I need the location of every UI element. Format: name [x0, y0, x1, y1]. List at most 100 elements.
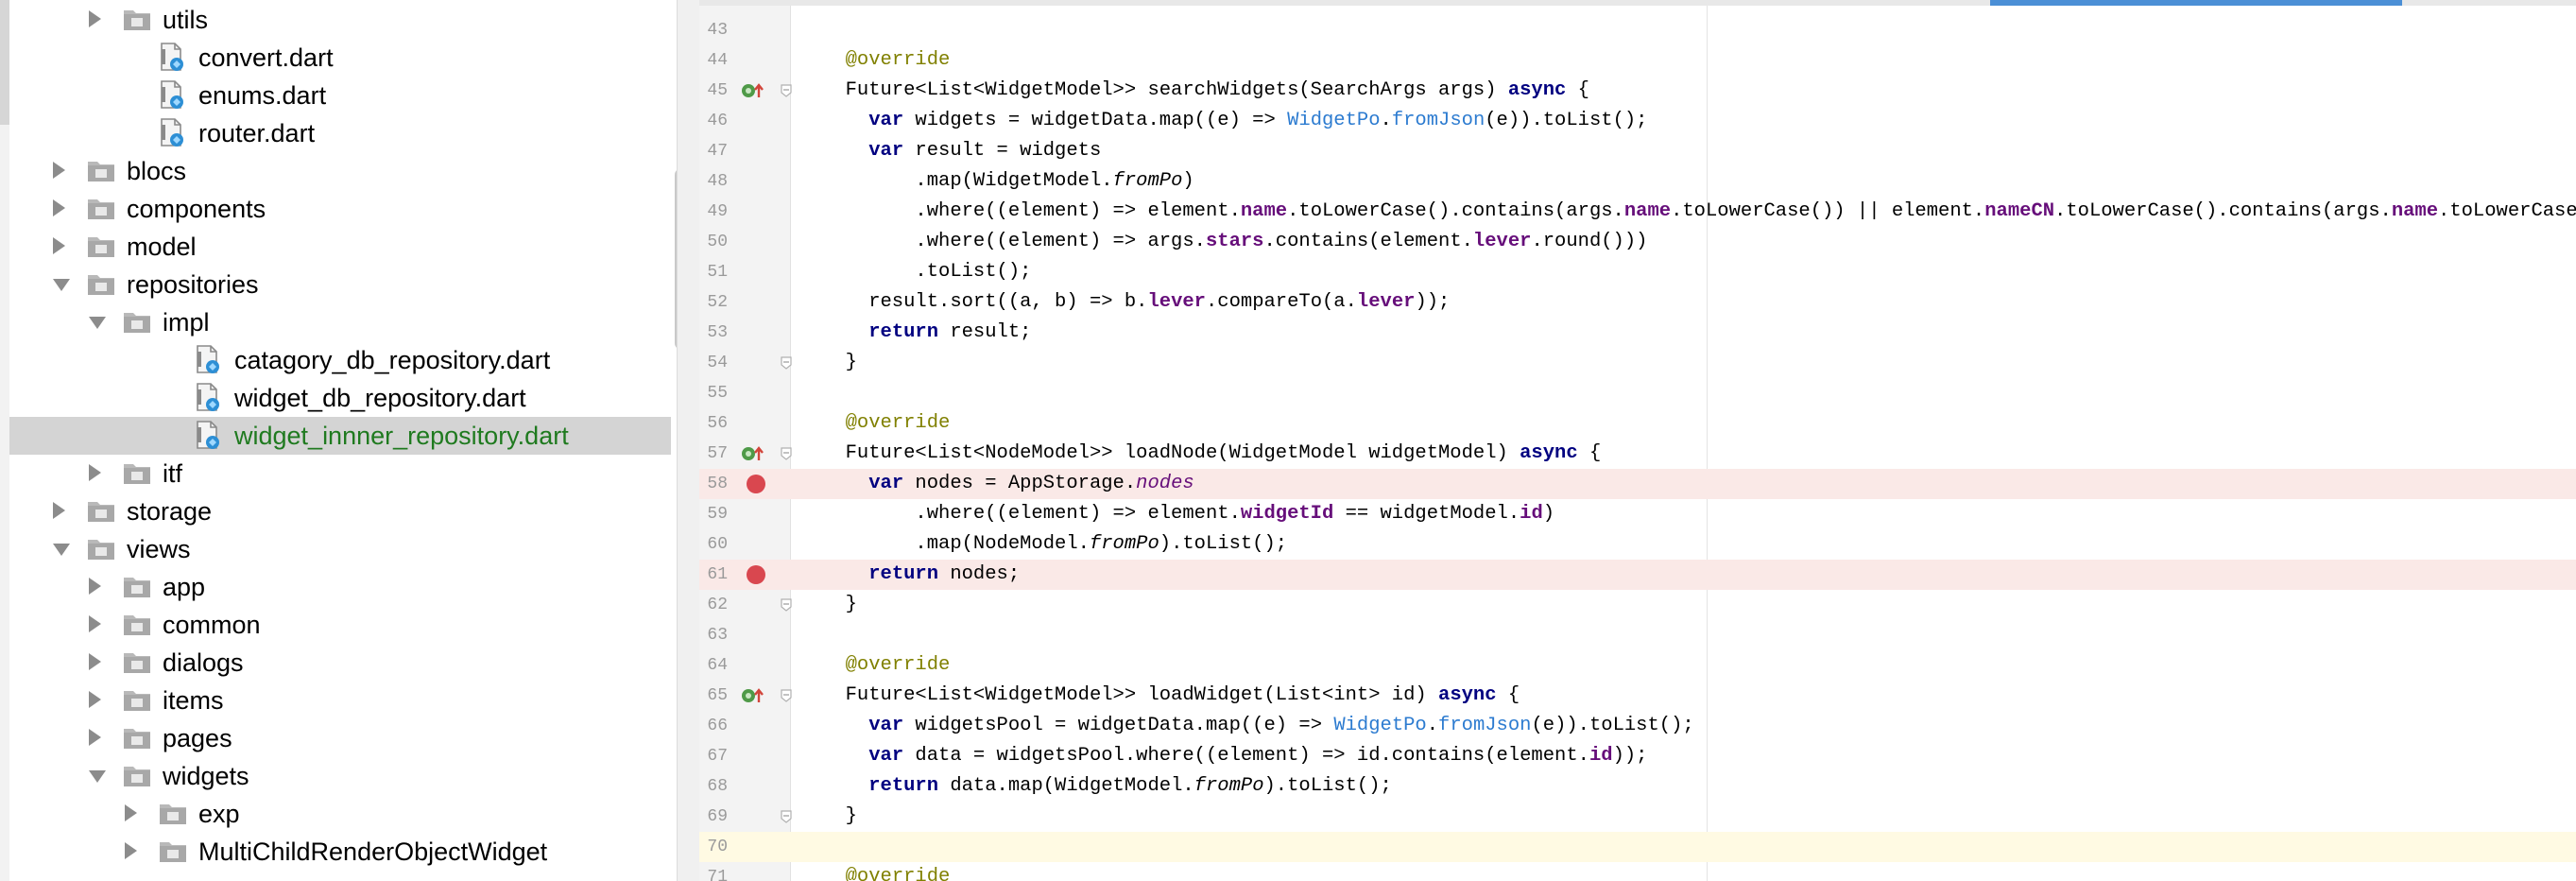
code-text: var widgets = widgetData.map((e) => Widg… [868, 110, 1648, 131]
tree-item-impl[interactable]: impl [9, 303, 671, 341]
folder-icon [124, 767, 150, 786]
collapse-arrow-icon[interactable] [89, 653, 101, 670]
code-line[interactable]: 46 var widgets = widgetData.map((e) => W… [699, 106, 2576, 136]
tree-item-exp[interactable]: exp [9, 795, 671, 833]
breakpoint-icon[interactable] [747, 475, 765, 493]
tree-item-model[interactable]: model [9, 228, 671, 266]
tree-item-label: itf [163, 459, 183, 488]
code-line[interactable]: 43 [699, 15, 2576, 45]
code-line[interactable]: 66 var widgetsPool = widgetData.map((e) … [699, 711, 2576, 741]
tree-item-repositories[interactable]: repositories [9, 266, 671, 303]
tree-item-items[interactable]: items [9, 682, 671, 719]
code-line[interactable]: 51 .toList(); [699, 257, 2576, 287]
collapse-arrow-icon[interactable] [89, 729, 101, 746]
tree-item-label: enums.dart [198, 81, 327, 110]
code-line[interactable]: 48 .map(WidgetModel.fromPo) [699, 166, 2576, 197]
code-line[interactable]: 69 } [699, 802, 2576, 832]
breakpoint-icon[interactable] [747, 565, 765, 584]
collapse-arrow-icon[interactable] [53, 237, 65, 254]
tree-item-label: widgets [163, 762, 249, 790]
code-line[interactable]: 64 @override [699, 650, 2576, 681]
collapse-arrow-icon[interactable] [89, 10, 101, 27]
code-line[interactable]: 55 [699, 378, 2576, 408]
tree-item-components[interactable]: components [9, 190, 671, 228]
tree-item-label: views [127, 535, 191, 563]
collapse-arrow-icon[interactable] [53, 502, 65, 519]
fold-icon[interactable] [781, 810, 792, 823]
code-line[interactable]: 63 [699, 620, 2576, 650]
collapse-arrow-icon[interactable] [89, 578, 101, 595]
tree-item-convert-dart[interactable]: convert.dart [9, 39, 671, 77]
code-text: .where((element) => args.stars.contains(… [822, 231, 1648, 252]
code-line[interactable]: 70 [699, 832, 2576, 862]
collapse-arrow-icon[interactable] [89, 615, 101, 632]
tree-item-multichildrenderobjectwidget[interactable]: MultiChildRenderObjectWidget [9, 833, 671, 871]
collapse-arrow-icon[interactable] [125, 804, 137, 821]
code-line[interactable]: 68 return data.map(WidgetModel.fromPo).t… [699, 771, 2576, 802]
tree-item-catagory-db-repository-dart[interactable]: catagory_db_repository.dart [9, 341, 671, 379]
expand-arrow-icon[interactable] [53, 544, 70, 556]
line-number: 53 [707, 323, 728, 342]
code-line[interactable]: 65 Future<List<WidgetModel>> loadWidget(… [699, 681, 2576, 711]
tree-item-widgets[interactable]: widgets [9, 757, 671, 795]
tree-item-app[interactable]: app [9, 568, 671, 606]
tree-item-blocs[interactable]: blocs [9, 152, 671, 190]
override-method-icon[interactable] [741, 686, 765, 705]
tree-item-label: items [163, 686, 224, 715]
tree-item-views[interactable]: views [9, 530, 671, 568]
code-line[interactable]: 71 @override [699, 862, 2576, 881]
code-line[interactable]: 56 @override [699, 408, 2576, 439]
override-method-icon[interactable] [741, 444, 765, 463]
fold-icon[interactable] [781, 356, 792, 370]
tree-item-dialogs[interactable]: dialogs [9, 644, 671, 682]
code-line[interactable]: 59 .where((element) => element.widgetId … [699, 499, 2576, 529]
tree-item-utils[interactable]: utils [9, 1, 671, 39]
tree-item-storage[interactable]: storage [9, 492, 671, 530]
tree-item-router-dart[interactable]: router.dart [9, 114, 671, 152]
tree-item-itf[interactable]: itf [9, 455, 671, 492]
collapse-arrow-icon[interactable] [89, 464, 101, 481]
collapse-arrow-icon[interactable] [53, 162, 65, 179]
code-line[interactable]: 49 .where((element) => element.name.toLo… [699, 197, 2576, 227]
panel-splitter[interactable] [677, 0, 700, 881]
code-line[interactable]: 67 var data = widgetsPool.where((element… [699, 741, 2576, 771]
tree-item-common[interactable]: common [9, 606, 671, 644]
code-line[interactable]: 58 var nodes = AppStorage.nodes [699, 469, 2576, 499]
code-line[interactable]: 45 Future<List<WidgetModel>> searchWidge… [699, 76, 2576, 106]
line-number: 52 [707, 293, 728, 312]
line-number: 45 [707, 81, 728, 100]
code-line[interactable]: 53 return result; [699, 318, 2576, 348]
expand-arrow-icon[interactable] [53, 279, 70, 291]
code-line[interactable]: 50 .where((element) => args.stars.contai… [699, 227, 2576, 257]
collapse-arrow-icon[interactable] [53, 199, 65, 216]
collapse-arrow-icon[interactable] [125, 842, 137, 859]
fold-icon[interactable] [781, 447, 792, 460]
code-text: .map(NodeModel.fromPo).toList(); [822, 533, 1288, 555]
tree-item-widget-innner-repository-dart[interactable]: widget_innner_repository.dart [9, 417, 671, 455]
fold-icon[interactable] [781, 689, 792, 702]
code-text: .toList(); [822, 261, 1032, 283]
code-line[interactable]: 61 return nodes; [699, 560, 2576, 590]
code-line[interactable]: 52 result.sort((a, b) => b.lever.compare… [699, 287, 2576, 318]
line-number: 68 [707, 777, 728, 796]
active-tab-indicator[interactable] [1990, 0, 2402, 6]
code-line[interactable]: 54 } [699, 348, 2576, 378]
code-line[interactable]: 62 } [699, 590, 2576, 620]
tree-item-enums-dart[interactable]: enums.dart [9, 77, 671, 114]
expand-arrow-icon[interactable] [89, 317, 106, 329]
collapse-arrow-icon[interactable] [89, 691, 101, 708]
tree-item-pages[interactable]: pages [9, 719, 671, 757]
tree-item-widget-db-repository-dart[interactable]: widget_db_repository.dart [9, 379, 671, 417]
code-text: result.sort((a, b) => b.lever.compareTo(… [822, 291, 1451, 313]
folder-icon [124, 615, 150, 635]
fold-icon[interactable] [781, 598, 792, 612]
code-line[interactable]: 57 Future<List<NodeModel>> loadNode(Widg… [699, 439, 2576, 469]
code-line[interactable]: 44 @override [699, 45, 2576, 76]
fold-icon[interactable] [781, 84, 792, 97]
code-line[interactable]: 60 .map(NodeModel.fromPo).toList(); [699, 529, 2576, 560]
code-text: Future<List<WidgetModel>> loadWidget(Lis… [822, 684, 1520, 706]
code-line[interactable]: 47 var result = widgets [699, 136, 2576, 166]
override-method-icon[interactable] [741, 81, 765, 100]
code-editor[interactable]: 43 44 @override 45 Future<List<WidgetModel… [699, 0, 2576, 881]
expand-arrow-icon[interactable] [89, 770, 106, 783]
